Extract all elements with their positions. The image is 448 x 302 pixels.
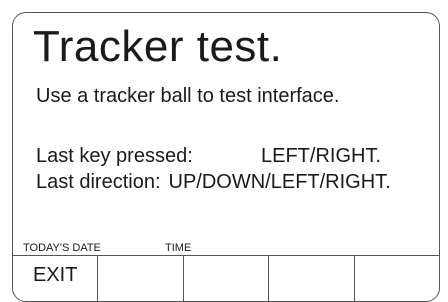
last-key-row: Last key pressed: LEFT/RIGHT. xyxy=(36,143,381,169)
time-label: TIME xyxy=(165,242,192,254)
softkey-bar: EXIT xyxy=(13,255,439,301)
softkey-4[interactable] xyxy=(269,256,355,301)
last-direction-label: Last direction: xyxy=(36,171,161,193)
last-direction-value: UP/DOWN/LEFT/RIGHT. xyxy=(168,171,391,193)
softkey-3[interactable] xyxy=(184,256,270,301)
softkey-5[interactable] xyxy=(355,256,439,301)
exit-softkey[interactable]: EXIT xyxy=(13,256,99,301)
todays-date-label: TODAY'S DATE xyxy=(23,242,101,254)
last-key-label: Last key pressed: xyxy=(36,145,193,167)
tracker-test-screen: Tracker test. Use a tracker ball to test… xyxy=(12,12,440,302)
instruction-text: Use a tracker ball to test interface. xyxy=(36,85,340,107)
last-direction-row: Last direction: UP/DOWN/LEFT/RIGHT. xyxy=(36,169,391,195)
page-title: Tracker test. xyxy=(33,22,283,71)
last-key-value: LEFT/RIGHT. xyxy=(261,145,382,167)
softkey-2[interactable] xyxy=(98,256,184,301)
